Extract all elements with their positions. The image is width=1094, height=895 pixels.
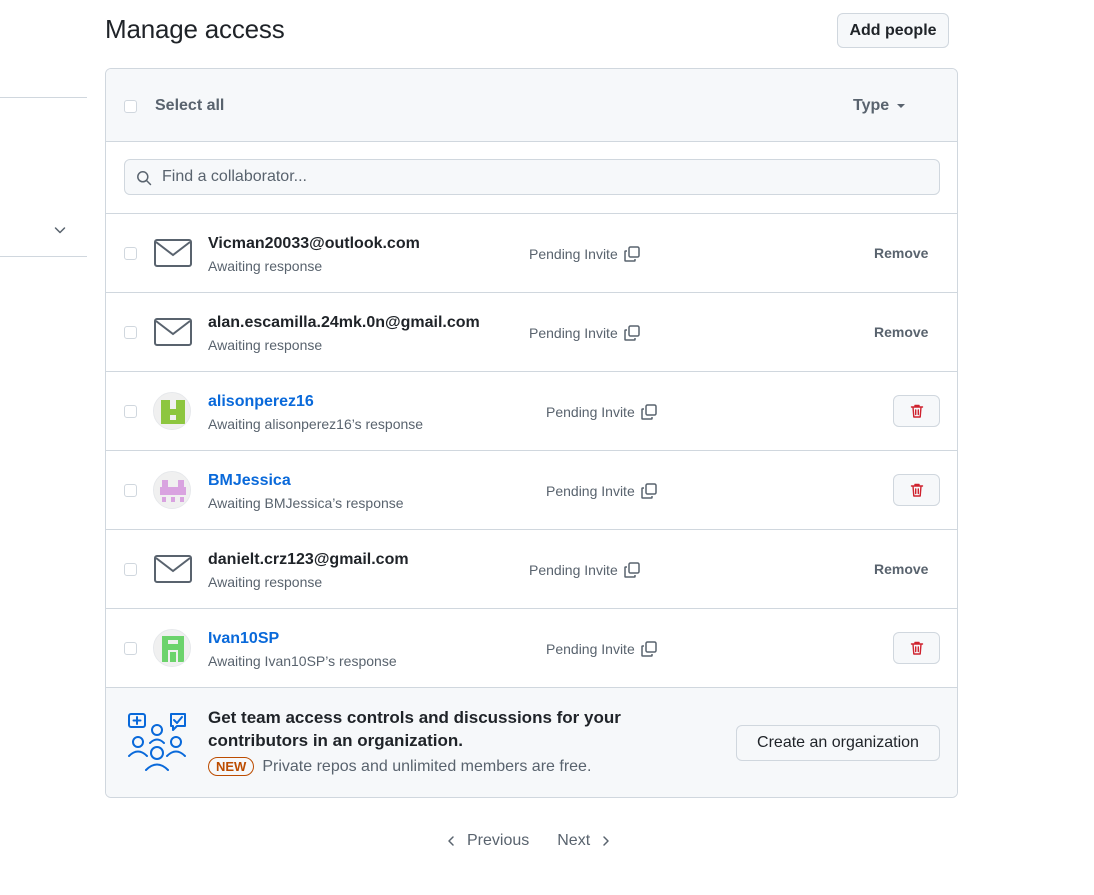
chevron-down-icon[interactable] bbox=[52, 222, 68, 238]
status-label: Pending Invite bbox=[529, 562, 618, 578]
member-username-link[interactable]: alisonperez16 bbox=[208, 393, 314, 411]
remove-button[interactable]: Remove bbox=[874, 245, 928, 261]
member-subtitle: Awaiting response bbox=[208, 337, 323, 353]
avatar[interactable] bbox=[153, 471, 191, 509]
mail-icon bbox=[154, 318, 192, 346]
row-checkbox[interactable] bbox=[124, 247, 137, 260]
search-input[interactable] bbox=[160, 160, 920, 194]
copy-icon[interactable] bbox=[623, 245, 641, 263]
copy-icon[interactable] bbox=[640, 640, 658, 658]
status-label: Pending Invite bbox=[529, 246, 618, 262]
copy-icon[interactable] bbox=[640, 403, 658, 421]
member-name: Vicman20033@outlook.com bbox=[208, 235, 420, 252]
status-label: Pending Invite bbox=[546, 404, 635, 420]
remove-button[interactable]: Remove bbox=[874, 561, 928, 577]
type-filter-label: Type bbox=[853, 97, 890, 114]
team-discussion-icon bbox=[128, 713, 186, 771]
copy-icon[interactable] bbox=[640, 482, 658, 500]
previous-label: Previous bbox=[467, 832, 530, 849]
search-icon bbox=[137, 171, 152, 186]
member-subtitle: Awaiting BMJessica’s response bbox=[208, 495, 404, 511]
status-label: Pending Invite bbox=[529, 325, 618, 341]
promo-subtitle-text: Private repos and unlimited members are … bbox=[262, 757, 592, 775]
mail-icon bbox=[154, 239, 192, 267]
chevron-left-icon bbox=[448, 836, 454, 846]
avatar[interactable] bbox=[153, 629, 191, 667]
member-username-link[interactable]: BMJessica bbox=[208, 472, 291, 490]
delete-invite-button[interactable] bbox=[893, 474, 940, 506]
avatar[interactable] bbox=[153, 392, 191, 430]
table-row: alisonperez16 Awaiting alisonperez16’s r… bbox=[106, 372, 957, 451]
table-row: Ivan10SP Awaiting Ivan10SP’s response Pe… bbox=[106, 609, 957, 688]
trash-icon bbox=[910, 483, 923, 497]
mail-icon bbox=[154, 555, 192, 583]
pending-invite-status: Pending Invite bbox=[529, 561, 641, 579]
row-checkbox[interactable] bbox=[124, 326, 137, 339]
search-row bbox=[106, 142, 957, 214]
delete-invite-button[interactable] bbox=[893, 632, 940, 664]
pending-invite-status: Pending Invite bbox=[529, 245, 641, 263]
row-checkbox[interactable] bbox=[124, 405, 137, 418]
member-name: danielt.crz123@gmail.com bbox=[208, 551, 409, 568]
search-box[interactable] bbox=[124, 159, 940, 195]
pending-invite-status: Pending Invite bbox=[546, 482, 658, 500]
add-people-button[interactable]: Add people bbox=[837, 13, 949, 48]
create-organization-button[interactable]: Create an organization bbox=[736, 725, 940, 761]
copy-icon[interactable] bbox=[623, 561, 641, 579]
delete-invite-button[interactable] bbox=[893, 395, 940, 427]
row-checkbox[interactable] bbox=[124, 484, 137, 497]
previous-page-button[interactable]: Previous bbox=[445, 832, 529, 850]
promo-subtitle: NEW Private repos and unlimited members … bbox=[208, 757, 591, 776]
new-badge: NEW bbox=[208, 757, 255, 776]
type-filter-dropdown[interactable]: Type bbox=[853, 97, 906, 115]
member-subtitle: Awaiting response bbox=[208, 258, 323, 274]
sidebar-divider bbox=[0, 97, 87, 98]
table-row: Vicman20033@outlook.com Awaiting respons… bbox=[106, 214, 957, 293]
page-title: Manage access bbox=[105, 14, 285, 44]
next-label: Next bbox=[557, 832, 591, 849]
trash-icon bbox=[910, 404, 923, 418]
select-all-checkbox[interactable] bbox=[124, 100, 137, 113]
status-label: Pending Invite bbox=[546, 641, 635, 657]
pending-invite-status: Pending Invite bbox=[546, 640, 658, 658]
pagination: Previous Next bbox=[445, 832, 612, 850]
row-checkbox[interactable] bbox=[124, 642, 137, 655]
copy-icon[interactable] bbox=[623, 324, 641, 342]
organization-promo: Get team access controls and discussions… bbox=[106, 688, 957, 797]
next-page-button[interactable]: Next bbox=[557, 832, 612, 850]
remove-button[interactable]: Remove bbox=[874, 324, 928, 340]
pending-invite-status: Pending Invite bbox=[529, 324, 641, 342]
member-subtitle: Awaiting alisonperez16’s response bbox=[208, 416, 424, 432]
member-username-link[interactable]: Ivan10SP bbox=[208, 630, 279, 648]
collaborators-box: Select all Type Vicman20033@outlook.com … bbox=[105, 68, 958, 798]
sidebar-divider bbox=[0, 256, 87, 257]
table-row: alan.escamilla.24mk.0n@gmail.com Awaitin… bbox=[106, 293, 957, 372]
promo-title: Get team access controls and discussions… bbox=[208, 708, 621, 750]
status-label: Pending Invite bbox=[546, 483, 635, 499]
row-checkbox[interactable] bbox=[124, 563, 137, 576]
chevron-right-icon bbox=[603, 836, 609, 846]
member-name: alan.escamilla.24mk.0n@gmail.com bbox=[208, 314, 480, 331]
pending-invite-status: Pending Invite bbox=[546, 403, 658, 421]
table-row: danielt.crz123@gmail.com Awaiting respon… bbox=[106, 530, 957, 609]
caret-down-icon bbox=[897, 104, 906, 108]
select-all-label[interactable]: Select all bbox=[155, 97, 224, 115]
member-subtitle: Awaiting Ivan10SP’s response bbox=[208, 653, 397, 669]
trash-icon bbox=[910, 641, 923, 655]
list-header: Select all Type bbox=[106, 69, 957, 142]
member-subtitle: Awaiting response bbox=[208, 574, 323, 590]
table-row: BMJessica Awaiting BMJessica’s response … bbox=[106, 451, 957, 530]
